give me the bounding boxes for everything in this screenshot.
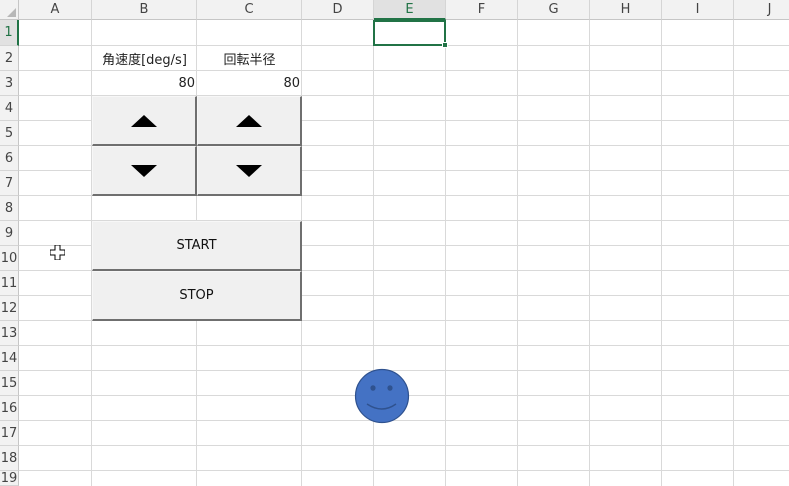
gridline bbox=[733, 20, 734, 486]
row-header-14[interactable]: 14 bbox=[0, 346, 19, 371]
angular-velocity-up-button[interactable] bbox=[92, 96, 197, 146]
row-header-11[interactable]: 11 bbox=[0, 271, 19, 296]
down-triangle-icon bbox=[131, 164, 157, 177]
column-header-j[interactable]: J bbox=[734, 0, 789, 20]
down-triangle-icon bbox=[236, 164, 262, 177]
cell-b2-angular-velocity-label[interactable]: 角速度[deg/s] bbox=[92, 46, 197, 71]
row-header-19[interactable]: 19 bbox=[0, 471, 19, 486]
gridline bbox=[19, 445, 789, 446]
gridline bbox=[445, 20, 446, 486]
row-header-7[interactable]: 7 bbox=[0, 171, 19, 196]
select-all-button[interactable] bbox=[0, 0, 19, 20]
up-triangle-icon bbox=[236, 114, 262, 127]
row-header-6[interactable]: 6 bbox=[0, 146, 19, 171]
cross-cursor-icon bbox=[50, 245, 65, 260]
row-header-3[interactable]: 3 bbox=[0, 71, 19, 96]
column-header-b[interactable]: B bbox=[92, 0, 197, 20]
spreadsheet[interactable]: A B C D E F G H I J 1 2 3 4 5 6 7 8 9 10… bbox=[0, 0, 789, 486]
active-cell-e1[interactable] bbox=[373, 20, 446, 46]
gridline bbox=[661, 20, 662, 486]
row-header-17[interactable]: 17 bbox=[0, 421, 19, 446]
rotation-radius-up-button[interactable] bbox=[197, 96, 302, 146]
fill-handle[interactable] bbox=[442, 42, 448, 48]
row-header-9[interactable]: 9 bbox=[0, 221, 19, 246]
rotation-radius-down-button[interactable] bbox=[197, 146, 302, 196]
column-header-d[interactable]: D bbox=[302, 0, 374, 20]
column-header-a[interactable]: A bbox=[19, 0, 92, 20]
cell-b3-angular-velocity-value[interactable]: 80 bbox=[92, 71, 197, 96]
row-header-12[interactable]: 12 bbox=[0, 296, 19, 321]
start-button[interactable]: START bbox=[92, 221, 302, 271]
row-header-4[interactable]: 4 bbox=[0, 96, 19, 121]
stop-button[interactable]: STOP bbox=[92, 271, 302, 321]
up-triangle-icon bbox=[131, 114, 157, 127]
row-header-15[interactable]: 15 bbox=[0, 371, 19, 396]
row-header-13[interactable]: 13 bbox=[0, 321, 19, 346]
column-header-i[interactable]: I bbox=[662, 0, 734, 20]
cell-c3-rotation-radius-value[interactable]: 80 bbox=[197, 71, 302, 96]
column-header-c[interactable]: C bbox=[197, 0, 302, 20]
smiley-face-icon[interactable] bbox=[354, 368, 410, 424]
column-header-f[interactable]: F bbox=[446, 0, 518, 20]
gridline bbox=[19, 470, 789, 471]
gridline bbox=[19, 345, 789, 346]
select-all-triangle-icon bbox=[7, 8, 16, 17]
row-header-1[interactable]: 1 bbox=[0, 20, 19, 46]
column-header-h[interactable]: H bbox=[590, 0, 662, 20]
angular-velocity-down-button[interactable] bbox=[92, 146, 197, 196]
cell-c2-rotation-radius-label[interactable]: 回転半径 bbox=[197, 46, 302, 71]
row-header-2[interactable]: 2 bbox=[0, 46, 19, 71]
row-header-8[interactable]: 8 bbox=[0, 196, 19, 221]
row-header-18[interactable]: 18 bbox=[0, 446, 19, 471]
column-header-e[interactable]: E bbox=[374, 0, 446, 20]
row-header-10[interactable]: 10 bbox=[0, 246, 19, 271]
row-header-16[interactable]: 16 bbox=[0, 396, 19, 421]
gridline bbox=[589, 20, 590, 486]
gridline bbox=[517, 20, 518, 486]
column-header-g[interactable]: G bbox=[518, 0, 590, 20]
row-header-5[interactable]: 5 bbox=[0, 121, 19, 146]
